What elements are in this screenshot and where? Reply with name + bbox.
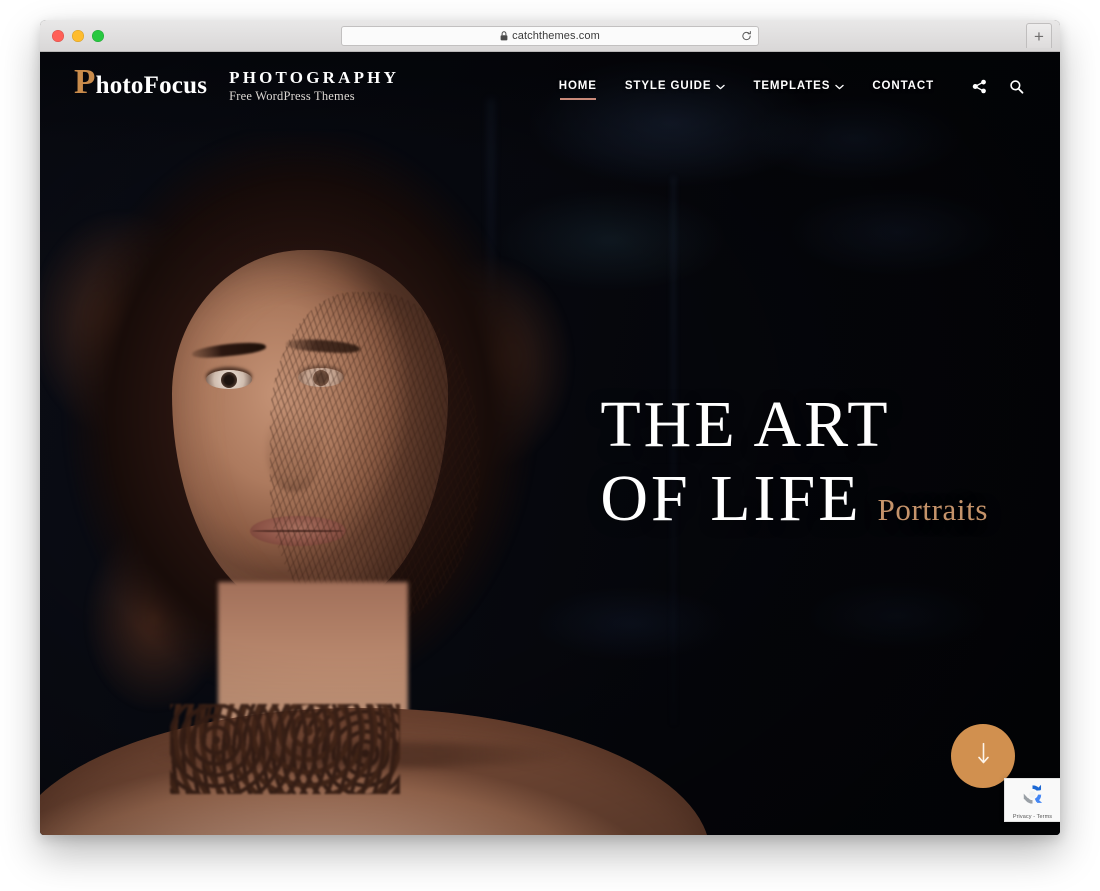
nav-item-templates-label: TEMPLATES — [753, 80, 831, 92]
page-viewport: PhotoFocus PHOTOGRAPHY Free WordPress Th… — [40, 52, 1060, 835]
lock-icon — [500, 30, 508, 41]
share-icon[interactable] — [972, 79, 987, 94]
subject-hair-veil — [270, 292, 480, 622]
recaptcha-icon — [1019, 781, 1046, 813]
hero-headline: THE ART OF LIFE Portraits — [600, 388, 988, 536]
arrow-down-icon — [976, 742, 991, 770]
nav-item-style-guide[interactable]: STYLE GUIDE — [625, 62, 726, 110]
close-window-button[interactable] — [52, 29, 64, 42]
nav-item-home[interactable]: HOME — [559, 62, 597, 110]
nav-item-templates[interactable]: TEMPLATES — [753, 62, 845, 110]
nav-item-home-label: HOME — [558, 80, 597, 92]
recaptcha-badge[interactable]: Privacy - Terms — [1004, 778, 1060, 822]
hero-headline-accent: Portraits — [877, 491, 988, 527]
address-bar-url: catchthemes.com — [512, 29, 600, 42]
chevron-down-icon — [716, 84, 726, 90]
browser-window: catchthemes.com + PhotoFocus PHOTOGRAPHY… — [40, 20, 1060, 835]
header-icon-group — [972, 79, 1024, 94]
site-logo[interactable]: PhotoFocus — [74, 64, 208, 100]
nav-item-contact[interactable]: CONTACT — [872, 62, 934, 110]
recaptcha-links[interactable]: Privacy - Terms — [1013, 814, 1052, 820]
site-tagline: Free WordPress Themes — [229, 89, 355, 104]
site-logo-capital: P — [74, 62, 96, 102]
nav-item-contact-label: CONTACT — [872, 80, 934, 92]
site-header: PhotoFocus PHOTOGRAPHY Free WordPress Th… — [40, 52, 1060, 120]
site-logo-rest: hotoFocus — [95, 72, 208, 100]
reload-icon[interactable] — [741, 30, 752, 41]
address-bar[interactable]: catchthemes.com — [341, 25, 759, 46]
nav-active-underline — [559, 98, 596, 100]
hero-headline-line2: OF LIFE — [600, 461, 862, 535]
subject-eye-left — [206, 370, 252, 389]
subject-hair-curls — [170, 704, 400, 794]
hero-headline-line1: THE ART — [600, 388, 891, 461]
main-navigation: HOME STYLE GUIDE TEMPLATES CONTACT — [559, 62, 1024, 110]
nav-item-style-guide-label: STYLE GUIDE — [624, 80, 712, 92]
chevron-down-icon — [835, 84, 845, 90]
site-branding[interactable]: PhotoFocus PHOTOGRAPHY Free WordPress Th… — [74, 64, 399, 105]
hero-headline-line2-row: OF LIFE Portraits — [600, 462, 988, 536]
zoom-window-button[interactable] — [92, 29, 104, 42]
new-tab-button[interactable]: + — [1026, 23, 1052, 48]
minimize-window-button[interactable] — [72, 29, 84, 42]
browser-title-bar: catchthemes.com + — [40, 20, 1060, 52]
search-icon[interactable] — [1009, 79, 1024, 94]
site-title: PHOTOGRAPHY — [229, 67, 400, 87]
window-traffic-lights — [52, 29, 104, 42]
subject-pupil-left — [221, 371, 237, 388]
site-brand-text: PHOTOGRAPHY Free WordPress Themes — [229, 68, 399, 105]
